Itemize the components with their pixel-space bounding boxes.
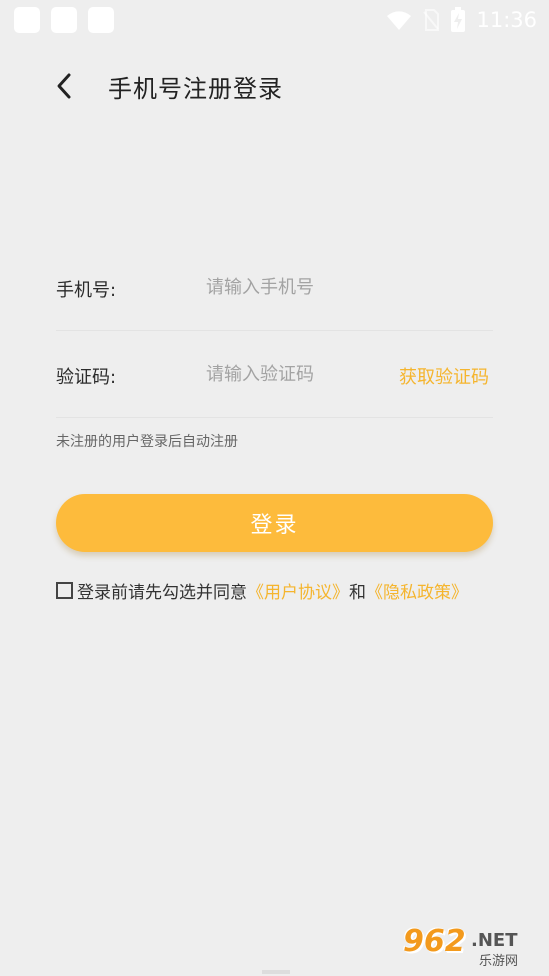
auto-register-hint: 未注册的用户登录后自动注册	[56, 434, 238, 450]
no-sim-icon	[423, 9, 440, 31]
phone-input[interactable]	[206, 270, 386, 304]
get-code-button[interactable]: 获取验证码	[399, 363, 489, 389]
watermark-brand: 962	[403, 924, 466, 959]
agreement-checkbox[interactable]	[56, 581, 73, 599]
watermark-cn: 乐游网	[479, 954, 519, 969]
header: 手机号注册登录	[0, 60, 549, 110]
phone-label: 手机号:	[56, 280, 117, 301]
battery-charging-icon	[451, 7, 466, 32]
watermark-suffix: .NET	[471, 930, 518, 951]
notification-icon	[88, 7, 114, 33]
login-button[interactable]: 登录	[56, 494, 493, 552]
notification-icon	[14, 7, 40, 33]
user-agreement-link[interactable]: 《用户协议》	[247, 578, 349, 603]
page-title: 手机号注册登录	[108, 75, 283, 103]
status-icons: 11:36	[386, 6, 537, 34]
wifi-icon	[387, 11, 412, 30]
privacy-policy-link[interactable]: 《隐私政策》	[366, 578, 468, 603]
agreement-prefix: 登录前请先勾选并同意	[77, 582, 247, 603]
notification-icon	[51, 7, 77, 33]
code-row: 验证码: 获取验证码	[56, 331, 493, 418]
agreement-and: 和	[349, 582, 366, 603]
code-input[interactable]	[206, 357, 386, 391]
status-time: 11:36	[476, 8, 537, 32]
phone-row: 手机号:	[56, 244, 493, 331]
code-label: 验证码:	[56, 367, 117, 388]
bottom-indicator	[262, 970, 290, 974]
status-bar: 11:36	[0, 0, 549, 40]
back-button[interactable]	[44, 66, 84, 106]
agreement-row: 登录前请先勾选并同意 《用户协议》 和 《隐私政策》	[56, 577, 536, 603]
watermark-logo: 962 .NET 乐游网	[403, 924, 543, 969]
chevron-left-icon	[57, 73, 71, 99]
